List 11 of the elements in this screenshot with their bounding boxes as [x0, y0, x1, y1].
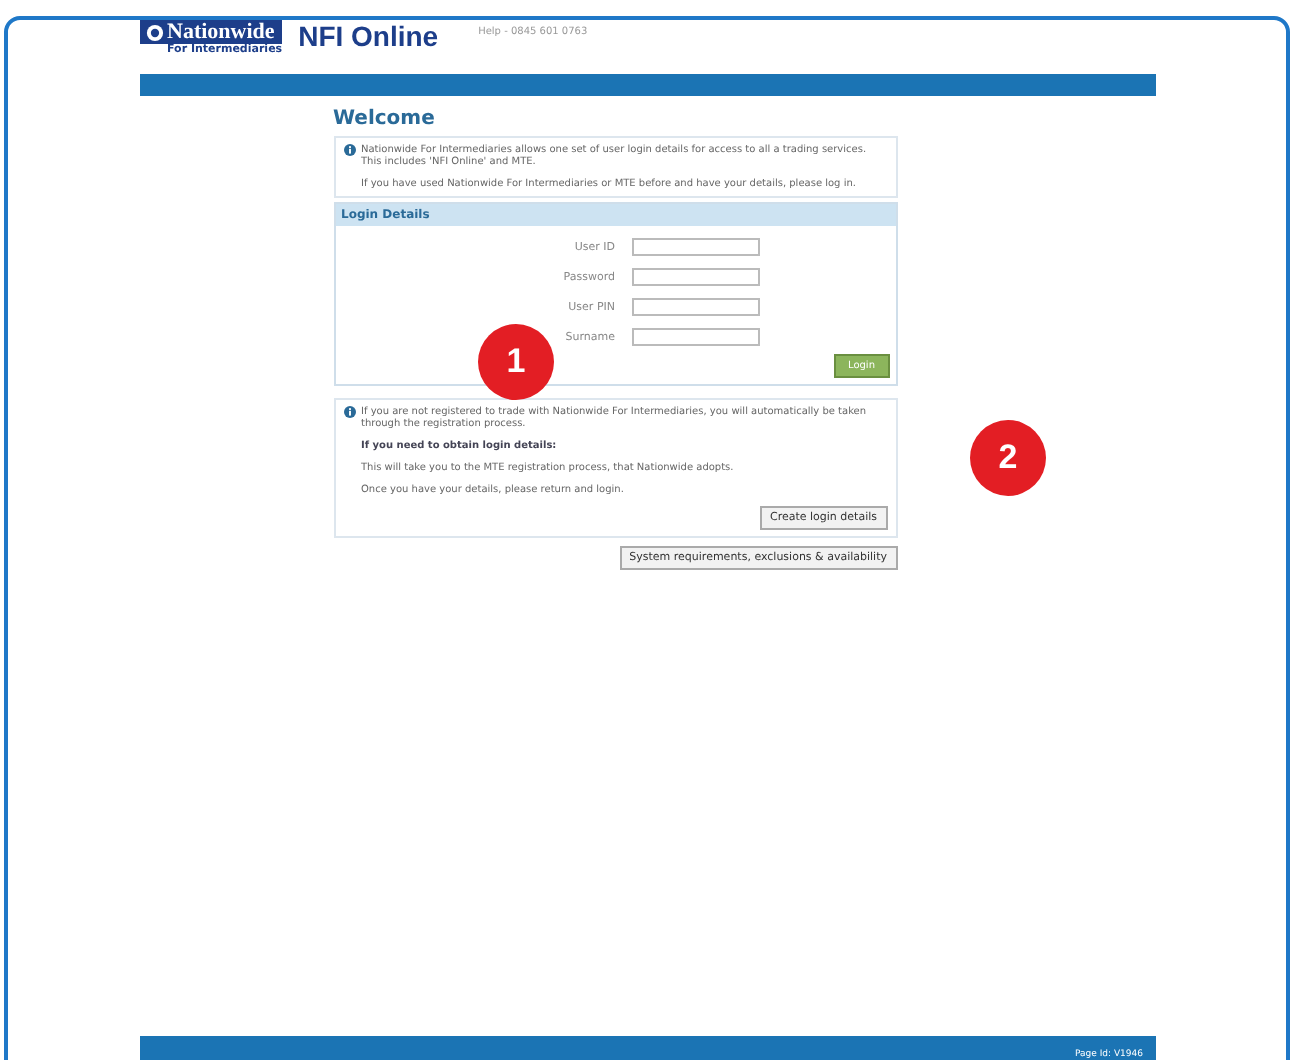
- input-field[interactable]: [631, 328, 759, 346]
- brand-name: Nationwide: [167, 20, 275, 44]
- input-field[interactable]: [631, 238, 759, 256]
- step-marker: 2: [970, 420, 1046, 496]
- info-icon: [343, 144, 355, 156]
- input-field[interactable]: [631, 298, 759, 316]
- info-icon: [343, 406, 355, 418]
- app-title: NFI Online: [298, 20, 439, 52]
- input-field[interactable]: [631, 268, 759, 286]
- step-marker: 1: [478, 324, 554, 400]
- welcome-title: Welcome: [333, 108, 437, 130]
